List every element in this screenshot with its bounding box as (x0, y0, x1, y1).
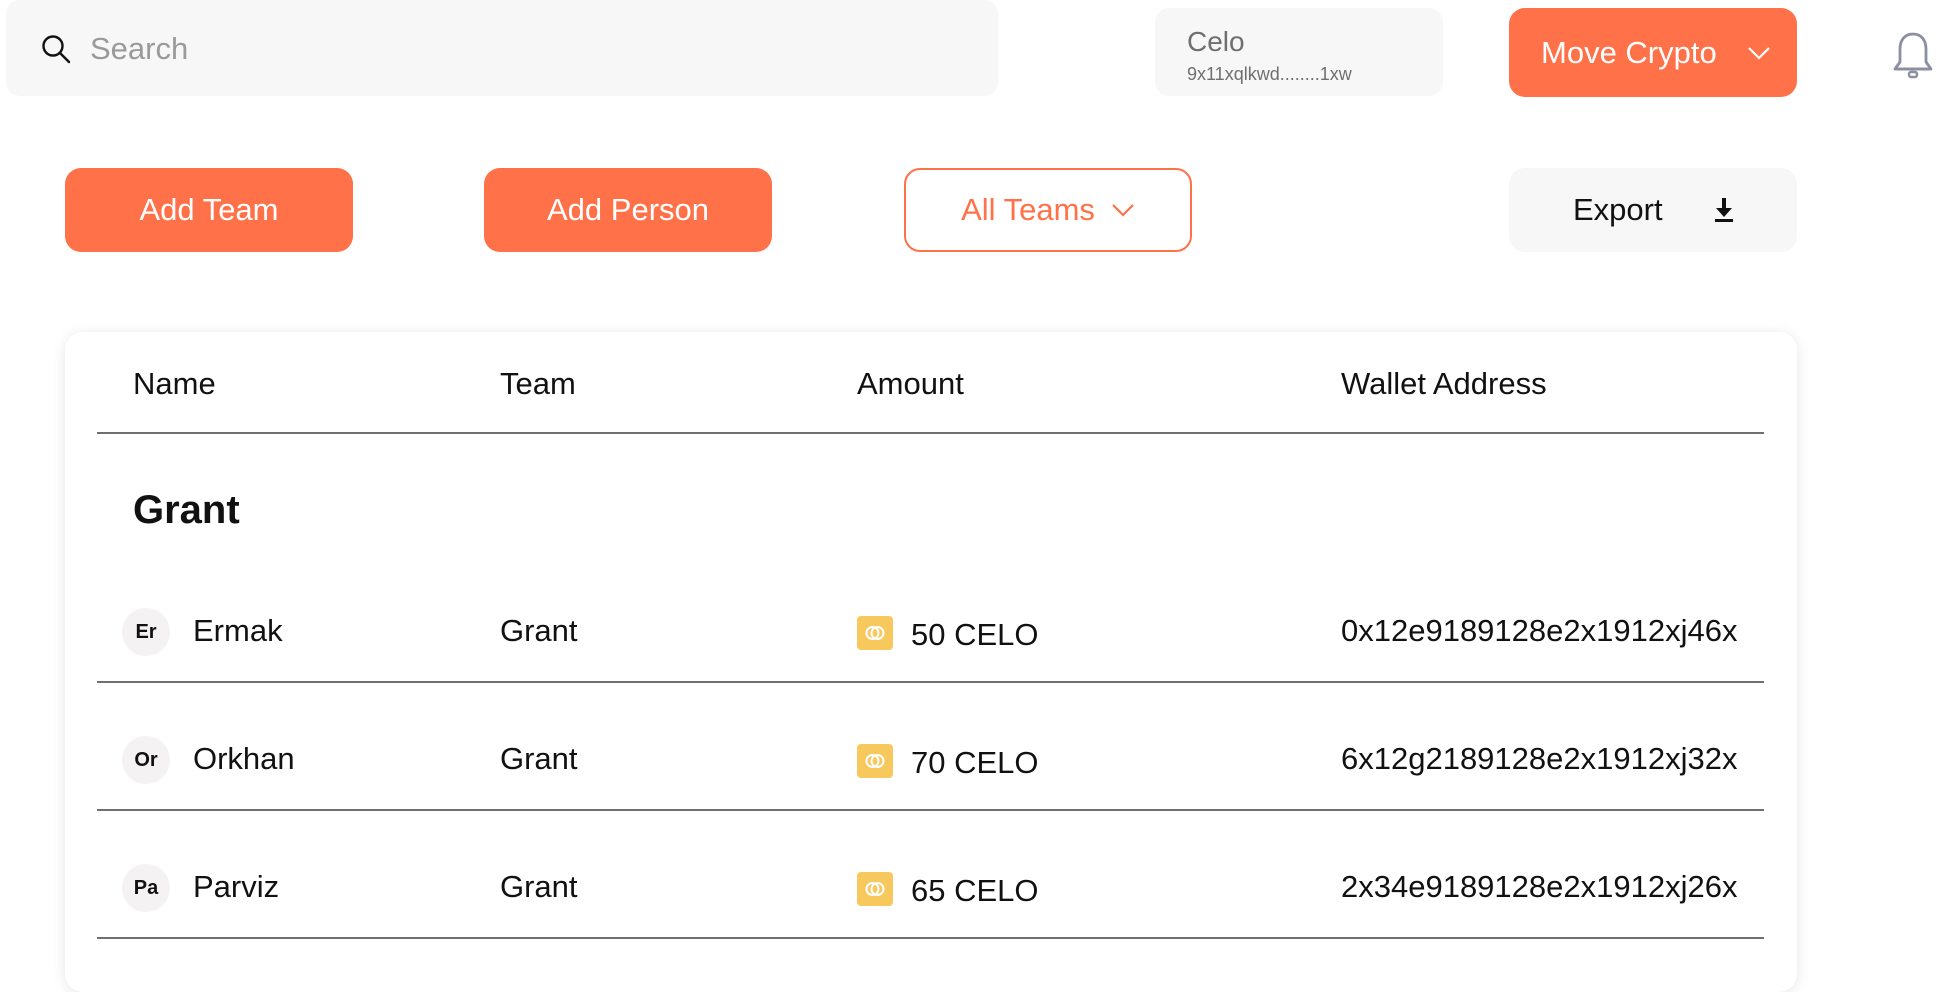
add-team-button[interactable]: Add Team (65, 168, 353, 252)
avatar: Er (122, 608, 170, 656)
column-header-team[interactable]: Team (500, 366, 576, 402)
export-label: Export (1573, 192, 1663, 227)
row-amount: 65 CELO (911, 873, 1039, 908)
group-title: Grant (133, 488, 240, 532)
row-wallet-address: 0x12e9189128e2x1912xj46x (1341, 613, 1738, 648)
row-name[interactable]: Orkhan (193, 741, 295, 777)
celo-coin-icon (857, 744, 893, 778)
row-amount: 70 CELO (911, 745, 1039, 780)
move-crypto-button[interactable]: Move Crypto (1509, 8, 1797, 97)
row-amount: 50 CELO (911, 617, 1039, 652)
search-icon (42, 35, 71, 64)
add-team-label: Add Team (139, 192, 279, 227)
team-filter-label: All Teams (961, 192, 1095, 227)
row-wallet-address: 6x12g2189128e2x1912xj32x (1341, 741, 1738, 776)
wallet-network: Celo (1187, 26, 1245, 57)
chevron-down-icon (1747, 46, 1770, 60)
row-team: Grant (500, 613, 578, 648)
celo-coin-icon (857, 616, 893, 650)
team-filter-dropdown[interactable]: All Teams (904, 168, 1192, 252)
column-header-wallet-address[interactable]: Wallet Address (1341, 366, 1547, 402)
row-divider (97, 681, 1764, 683)
wallet-selector[interactable]: Celo 9x11xqlkwd........1xw (1155, 8, 1443, 96)
add-person-label: Add Person (547, 192, 709, 227)
header-divider (97, 432, 1764, 434)
row-wallet-address: 2x34e9189128e2x1912xj26x (1341, 869, 1738, 904)
avatar: Pa (122, 864, 170, 912)
row-team: Grant (500, 869, 578, 904)
search-bar[interactable] (6, 0, 998, 96)
celo-coin-icon (857, 872, 893, 906)
search-input[interactable] (90, 26, 970, 72)
wallet-address: 9x11xqlkwd........1xw (1187, 64, 1352, 84)
row-divider (97, 937, 1764, 939)
add-person-button[interactable]: Add Person (484, 168, 772, 252)
row-name[interactable]: Ermak (193, 613, 283, 649)
row-name[interactable]: Parviz (193, 869, 279, 905)
export-button[interactable]: Export (1509, 168, 1797, 252)
bell-icon[interactable] (1890, 30, 1936, 82)
avatar: Or (122, 736, 170, 784)
row-divider (97, 809, 1764, 811)
column-header-name[interactable]: Name (133, 366, 216, 402)
download-icon (1714, 198, 1733, 222)
column-header-amount[interactable]: Amount (857, 366, 964, 402)
move-crypto-label: Move Crypto (1541, 34, 1717, 70)
chevron-down-icon (1112, 204, 1134, 217)
row-team: Grant (500, 741, 578, 776)
